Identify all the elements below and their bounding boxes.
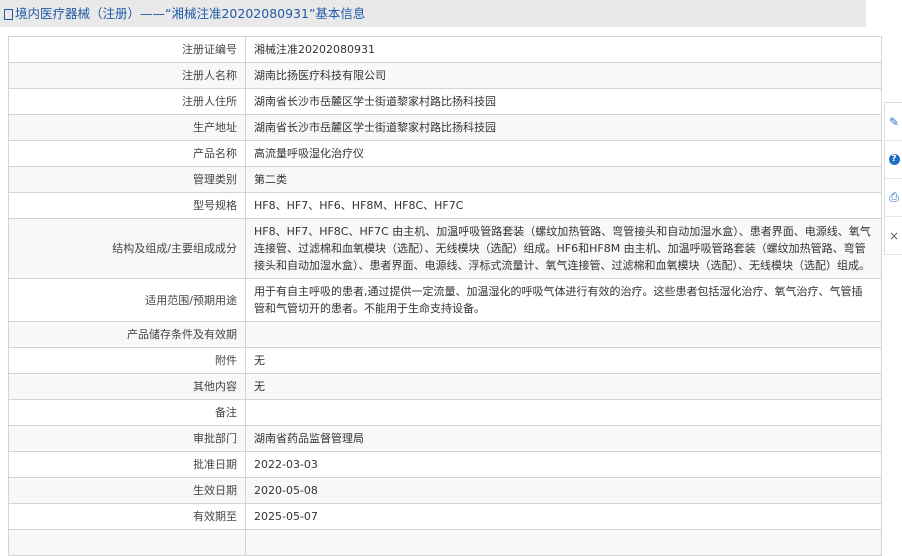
print-icon[interactable]: ⎙ [885,179,902,217]
row-value: 第二类 [245,166,882,193]
row-value: 湖南省长沙市岳麓区学士街道黎家村路比扬科技园 [245,88,882,115]
row-value: 湖南省长沙市岳麓区学士街道黎家村路比扬科技园 [245,114,882,141]
table-row: 管理类别 第二类 [8,166,882,193]
row-label: 其他内容 [8,373,246,400]
row-label: 适用范围/预期用途 [8,278,246,322]
table-row: 结构及组成/主要组成成分 HF8、HF7、HF8C、HF7C 由主机、加温呼吸管路… [8,218,882,279]
row-label [8,529,246,556]
table-row: 注册人住所 湖南省长沙市岳麓区学士街道黎家村路比扬科技园 [8,88,882,115]
document-icon [4,9,13,20]
info-table: 注册证编号 湘械注准20202080931 注册人名称 湖南比扬医疗科技有限公司 注册人… [8,36,882,556]
row-label: 注册人住所 [8,88,246,115]
table-row: 生产地址 湖南省长沙市岳麓区学士街道黎家村路比扬科技园 [8,114,882,141]
table-row: 注册证编号 湘械注准20202080931 [8,36,882,63]
row-value: HF8、HF7、HF6、HF8M、HF8C、HF7C [245,192,882,219]
edit-icon[interactable]: ✎ [885,103,902,141]
table-row: 其他内容无 [8,373,882,400]
table-row: 生效日期 2020-05-08 [8,477,882,504]
row-label: 产品名称 [8,140,246,167]
table-row: 有效期至 2025-05-07 [8,503,882,530]
table-row: 型号规格 HF8、HF7、HF6、HF8M、HF8C、HF7C [8,192,882,219]
side-toolbar: ✎ ? ⎙ × [884,102,902,255]
row-label: 批准日期 [8,451,246,478]
row-label: 注册人名称 [8,62,246,89]
table-row: 产品储存条件及有效期 [8,321,882,348]
row-value: 2020-05-08 [245,477,882,504]
row-label: 备注 [8,399,246,426]
row-value: 用于有自主呼吸的患者,通过提供一定流量、加温湿化的呼吸气体进行有效的治疗。这些患… [245,278,882,322]
row-label: 型号规格 [8,192,246,219]
row-value: 湖南省药品监督管理局 [245,425,882,452]
row-label: 结构及组成/主要组成成分 [8,218,246,279]
table-row: 适用范围/预期用途 用于有自主呼吸的患者,通过提供一定流量、加温湿化的呼吸气体进行… [8,278,882,322]
row-label: 有效期至 [8,503,246,530]
table-row: 产品名称 高流量呼吸湿化治疗仪 [8,140,882,167]
row-label: 附件 [8,347,246,374]
table-row: 注册人名称 湖南比扬医疗科技有限公司 [8,62,882,89]
row-label: 生效日期 [8,477,246,504]
row-value: 湖南比扬医疗科技有限公司 [245,62,882,89]
row-value: 2022-03-03 [245,451,882,478]
row-value: 湘械注准20202080931 [245,36,882,63]
row-value: 2025-05-07 [245,503,882,530]
row-value [245,321,882,348]
row-label: 产品储存条件及有效期 [8,321,246,348]
row-value: 高流量呼吸湿化治疗仪 [245,140,882,167]
row-value: HF8、HF7、HF8C、HF7C 由主机、加温呼吸管路套装（螺纹加热管路、弯管… [245,218,882,279]
row-label: 注册证编号 [8,36,246,63]
row-value: 无 [245,347,882,374]
row-value [245,529,882,556]
table-row [8,529,882,556]
page-title: 境内医疗器械（注册）——“湘械注准20202080931”基本信息 [0,0,866,27]
row-label: 审批部门 [8,425,246,452]
row-label: 生产地址 [8,114,246,141]
table-row: 审批部门 湖南省药品监督管理局 [8,425,882,452]
help-icon[interactable]: ? [885,141,902,179]
close-icon[interactable]: × [885,217,902,255]
row-value [245,399,882,426]
table-row: 批准日期 2022-03-03 [8,451,882,478]
row-label: 管理类别 [8,166,246,193]
table-row: 备注 [8,399,882,426]
table-row: 附件无 [8,347,882,374]
row-value: 无 [245,373,882,400]
